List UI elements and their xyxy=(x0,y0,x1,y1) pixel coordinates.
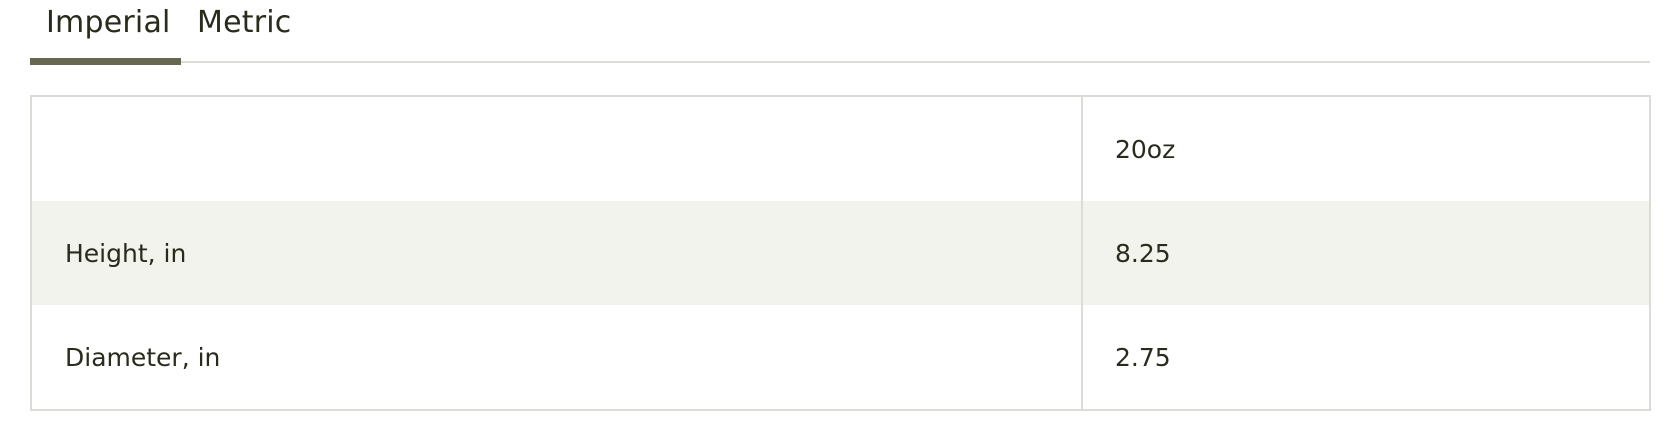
tab-metric-label: Metric xyxy=(197,5,292,40)
row-value-height: 8.25 xyxy=(1082,201,1650,305)
row-label-diameter: Diameter, in xyxy=(31,305,1083,410)
tab-imperial[interactable]: Imperial xyxy=(30,0,181,65)
tab-metric[interactable]: Metric xyxy=(197,0,291,63)
unit-tabs: Imperial Metric xyxy=(30,0,1650,65)
header-label-cell xyxy=(31,96,1083,201)
table-header-row: 20oz xyxy=(31,96,1650,201)
tab-imperial-label: Imperial xyxy=(46,5,171,40)
row-label-height: Height, in xyxy=(31,201,1083,305)
table-row: Height, in 8.25 xyxy=(31,201,1650,305)
header-size-cell: 20oz xyxy=(1115,134,1176,164)
row-value-diameter: 2.75 xyxy=(1115,342,1171,372)
table-row: Diameter, in 2.75 xyxy=(31,305,1650,410)
spec-table: 20oz Height, in 8.25 Diameter, in 2.75 xyxy=(30,95,1651,411)
